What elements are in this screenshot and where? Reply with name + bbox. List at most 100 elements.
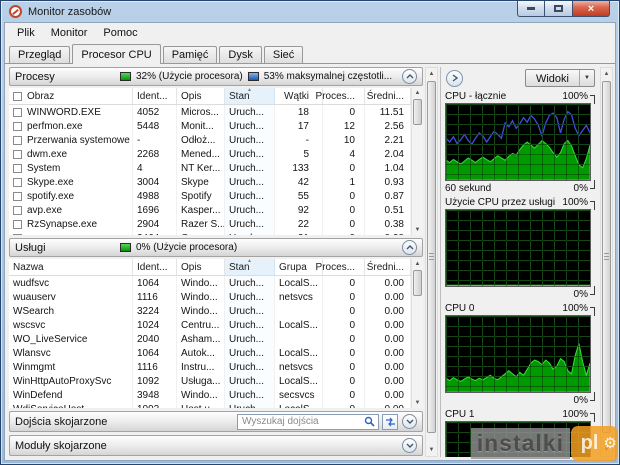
table-row[interactable]: WdiServiceHost1092Host u...Uruch...Local… bbox=[9, 402, 411, 408]
table-row[interactable]: avp.exe 1696 Kasper... Uruch... 92 0 0.51 bbox=[9, 203, 411, 217]
table-row[interactable]: dwm.exe 2268 Mened... Uruch... 5 4 2.04 bbox=[9, 147, 411, 161]
search-input[interactable] bbox=[242, 416, 362, 427]
column-header-sredni[interactable]: Średni... bbox=[365, 259, 411, 275]
column-header-ident[interactable]: Ident... bbox=[133, 259, 177, 275]
processes-table-scrollbar[interactable]: ▲ ▼ bbox=[411, 88, 423, 235]
table-row[interactable]: wudfsvc 1064 Windo... Uruch... LocalS... 0 0.0… bbox=[9, 276, 411, 290]
row-checkbox[interactable] bbox=[13, 135, 22, 145]
chart-title: Użycie CPU przez usługi bbox=[445, 196, 556, 208]
scroll-up-icon[interactable]: ▲ bbox=[412, 88, 423, 98]
services-table-body: wudfsvc 1064 Windo... Uruch... LocalS... 0 0.0… bbox=[9, 276, 423, 408]
table-row[interactable]: opera.exe2464OperaUruch...2100.28 bbox=[9, 231, 411, 235]
handles-search-box[interactable] bbox=[237, 413, 379, 430]
table-row[interactable]: Skype.exe 3004 Skype Uruch... 42 1 0.93 bbox=[9, 175, 411, 189]
column-header-proces[interactable]: Proces... bbox=[316, 259, 365, 275]
expand-panel-button[interactable] bbox=[446, 69, 463, 87]
refresh-search-button[interactable] bbox=[382, 413, 398, 430]
table-row[interactable]: WSearch 3224 Windo... Uruch... 0 0.00 bbox=[9, 304, 411, 318]
handles-expand-button[interactable] bbox=[402, 414, 417, 429]
table-row[interactable]: Przerwania systemowe - Odłoż... Uruch... -10… bbox=[9, 133, 411, 147]
chevron-down-icon bbox=[406, 443, 413, 448]
row-checkbox[interactable] bbox=[13, 149, 22, 159]
table-row[interactable]: perfmon.exe 5448 Monit... Uruch... 17 12 2.56 bbox=[9, 119, 411, 133]
minimize-button[interactable] bbox=[517, 1, 545, 17]
handles-search-area bbox=[237, 413, 417, 430]
column-header-stan[interactable]: ▲ Stan bbox=[225, 258, 275, 275]
column-header-sredni[interactable]: Średni... bbox=[365, 88, 411, 104]
tab-pamiec[interactable]: Pamięć bbox=[162, 46, 218, 63]
processes-collapse-button[interactable] bbox=[402, 69, 417, 84]
resource-monitor-window: Monitor zasobów × Plik Monitor Pomoc Prz… bbox=[0, 0, 620, 465]
search-icon[interactable] bbox=[362, 415, 376, 429]
column-header-nazwa[interactable]: Nazwa bbox=[9, 259, 133, 275]
tab-siec[interactable]: Sieć bbox=[263, 46, 304, 63]
column-header-stan[interactable]: ▲ Stan bbox=[225, 87, 275, 104]
select-all-checkbox[interactable] bbox=[13, 91, 22, 101]
row-checkbox[interactable] bbox=[13, 177, 22, 187]
left-panel-scrollbar[interactable]: ▲ ▼ bbox=[425, 67, 438, 457]
services-section-header[interactable]: Usługi 0% (Użycie procesora) bbox=[9, 238, 423, 257]
table-row[interactable]: WinHttpAutoProxySvc 1092 Usługa... Uruch...… bbox=[9, 374, 411, 388]
scroll-down-icon[interactable]: ▼ bbox=[412, 225, 423, 235]
row-checkbox[interactable] bbox=[13, 219, 22, 229]
column-header-opis[interactable]: Opis bbox=[177, 88, 225, 104]
services-cpu-badge-icon bbox=[120, 243, 131, 252]
handles-section-header[interactable]: Dojścia skojarzone bbox=[9, 411, 423, 432]
table-row[interactable]: WINWORD.EXE 4052 Micros... Uruch... 18 0 11.51 bbox=[9, 105, 411, 119]
max-frequency-badge-label: 53% maksymalnej częstotli... bbox=[263, 71, 393, 82]
views-button[interactable]: Widoki ▼ bbox=[524, 69, 595, 87]
scroll-down-icon[interactable]: ▼ bbox=[426, 444, 437, 456]
menu-plik[interactable]: Plik bbox=[9, 25, 43, 41]
watermark: instalki pl ⚙ bbox=[470, 426, 618, 461]
scroll-thumb[interactable] bbox=[413, 99, 422, 125]
services-collapse-button[interactable] bbox=[402, 240, 417, 255]
row-checkbox[interactable] bbox=[13, 233, 22, 235]
modules-section-header[interactable]: Moduły skojarzone bbox=[9, 435, 423, 456]
row-checkbox[interactable] bbox=[13, 121, 22, 131]
tab-procesor-cpu[interactable]: Procesor CPU bbox=[72, 44, 161, 64]
scroll-up-icon[interactable]: ▲ bbox=[412, 259, 423, 269]
tab-dysk[interactable]: Dysk bbox=[219, 46, 262, 63]
processes-section-header[interactable]: Procesy 32% (Użycie procesora) 53% maksy… bbox=[9, 67, 423, 86]
scroll-thumb[interactable] bbox=[413, 270, 422, 296]
scroll-up-icon[interactable]: ▲ bbox=[426, 68, 437, 80]
modules-expand-button[interactable] bbox=[402, 438, 417, 453]
row-checkbox[interactable] bbox=[13, 191, 22, 201]
table-row[interactable]: Winmgmt 1116 Instru... Uruch... netsvcs 0 0.00 bbox=[9, 360, 411, 374]
table-row[interactable]: Wlansvc 1064 Autok... Uruch... LocalS... 0 0.0… bbox=[9, 346, 411, 360]
maximize-button[interactable] bbox=[545, 1, 572, 17]
close-button[interactable]: × bbox=[572, 1, 610, 17]
chevron-down-icon bbox=[406, 419, 413, 424]
table-row[interactable]: WO_LiveService 2040 Asham... Uruch... 0 0.00 bbox=[9, 332, 411, 346]
column-header-obraz[interactable]: Obraz bbox=[9, 88, 133, 104]
column-header-proces[interactable]: Proces... bbox=[316, 88, 365, 104]
row-checkbox[interactable] bbox=[13, 163, 22, 173]
scroll-up-icon[interactable]: ▲ bbox=[601, 68, 612, 80]
maximize-icon bbox=[554, 5, 563, 12]
scroll-thumb[interactable] bbox=[602, 81, 611, 433]
row-checkbox[interactable] bbox=[13, 107, 22, 117]
scroll-thumb[interactable] bbox=[427, 81, 436, 433]
charts-panel-scrollbar[interactable]: ▲ ▼ bbox=[600, 67, 613, 457]
table-row[interactable]: WinDefend 3948 Windo... Uruch... secsvcs 0 0.0… bbox=[9, 388, 411, 402]
table-row[interactable]: spotify.exe 4988 Spotify Uruch... 55 0 0.87 bbox=[9, 189, 411, 203]
chart-xlabel: 60 sekund bbox=[445, 182, 492, 194]
chart-max-label: 100% bbox=[562, 408, 588, 420]
sort-asc-icon: ▲ bbox=[247, 87, 252, 93]
tab-przeglad[interactable]: Przegląd bbox=[9, 46, 71, 63]
table-row[interactable]: RzSynapse.exe 2904 Razer S... Uruch... 22 0 0.… bbox=[9, 217, 411, 231]
column-header-ident[interactable]: Ident... bbox=[133, 88, 177, 104]
views-button-label: Widoki bbox=[535, 72, 569, 85]
titlebar[interactable]: Monitor zasobów × bbox=[4, 1, 616, 22]
menu-pomoc[interactable]: Pomoc bbox=[95, 25, 145, 41]
scroll-down-icon[interactable]: ▼ bbox=[412, 398, 423, 408]
table-row[interactable]: wscsvc 1024 Centru... Uruch... LocalS... 0 0.0… bbox=[9, 318, 411, 332]
table-row[interactable]: System 4 NT Ker... Uruch... 133 0 1.04 bbox=[9, 161, 411, 175]
row-checkbox[interactable] bbox=[13, 205, 22, 215]
menu-monitor[interactable]: Monitor bbox=[43, 25, 96, 41]
processes-title: Procesy bbox=[15, 70, 55, 83]
table-row[interactable]: wuauserv 1116 Windo... Uruch... netsvcs 0 0.00 bbox=[9, 290, 411, 304]
column-header-opis[interactable]: Opis bbox=[177, 259, 225, 275]
chart-max-label: 100% bbox=[562, 196, 588, 208]
services-table-scrollbar[interactable]: ▲ ▼ bbox=[411, 259, 423, 408]
